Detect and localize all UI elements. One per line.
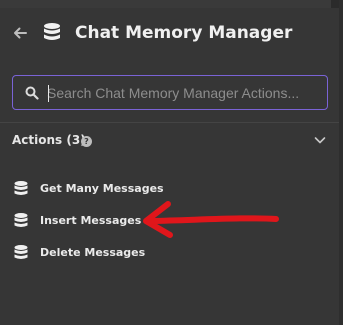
- top-strip: [0, 0, 343, 8]
- action-label: Delete Messages: [40, 246, 146, 259]
- page-title: Chat Memory Manager: [75, 23, 293, 43]
- action-item-delete-messages[interactable]: Delete Messages: [0, 240, 300, 272]
- divider: [0, 122, 339, 123]
- action-label: Insert Messages: [40, 214, 142, 227]
- database-icon: [44, 23, 60, 40]
- database-icon: [14, 213, 28, 227]
- action-label: Get Many Messages: [40, 182, 164, 195]
- search-icon: [25, 86, 39, 100]
- arrow-left-icon[interactable]: [12, 25, 28, 41]
- red-arrow-annotation: [143, 201, 279, 238]
- database-icon: [14, 181, 28, 195]
- panel-header: Chat Memory Manager: [0, 10, 343, 62]
- search-input[interactable]: [47, 83, 319, 103]
- database-icon: [14, 245, 28, 259]
- help-circle-icon[interactable]: ?: [81, 136, 92, 147]
- chevron-down-icon[interactable]: [314, 135, 326, 145]
- text-caret: [48, 85, 49, 102]
- nodes-panel: Chat Memory Manager Actions (3) ? Get Ma…: [0, 0, 343, 325]
- section-title: Actions (3): [12, 133, 86, 147]
- actions-section-header[interactable]: Actions (3) ?: [12, 133, 332, 149]
- search-box[interactable]: [12, 75, 328, 110]
